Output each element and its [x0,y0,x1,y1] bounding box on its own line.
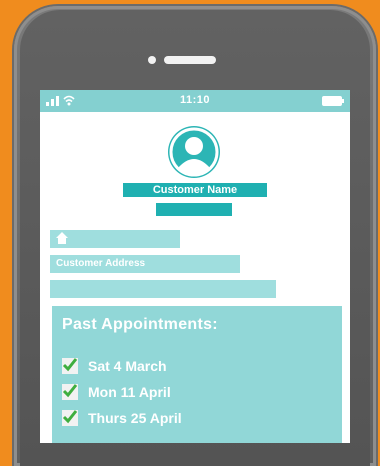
appointment-item[interactable]: Sat 4 March [62,357,167,375]
checkbox-checked-icon[interactable] [62,410,78,426]
checkbox-checked-icon[interactable] [62,358,78,374]
appointment-label: Mon 11 April [88,384,171,400]
appointment-item[interactable]: Mon 11 April [62,383,171,401]
battery-icon [322,96,344,106]
status-time: 11:10 [179,94,211,106]
address-extra-field[interactable] [50,280,276,298]
user-avatar-icon[interactable] [168,126,220,178]
appointment-label: Sat 4 March [88,358,167,374]
home-field[interactable] [50,230,180,248]
past-appointments-title: Past Appointments: [62,316,218,333]
appointment-item[interactable]: Thurs 25 April [62,409,182,427]
appointment-label: Thurs 25 April [88,410,182,426]
customer-address-label: Customer Address [56,258,146,269]
speaker-grille [164,56,216,64]
customer-name-label: Customer Name [123,183,267,197]
home-icon [56,232,68,244]
customer-name-subline [156,203,232,216]
past-appointments-panel: Past Appointments: Sat 4 March Mon 11 Ap… [52,306,342,443]
camera-dot [148,56,156,64]
checkbox-checked-icon[interactable] [62,384,78,400]
status-bar: 11:10 [40,90,350,112]
customer-address-field[interactable]: Customer Address [50,255,240,273]
phone-screen: 11:10 Customer Name Customer Address Pas… [40,90,350,443]
